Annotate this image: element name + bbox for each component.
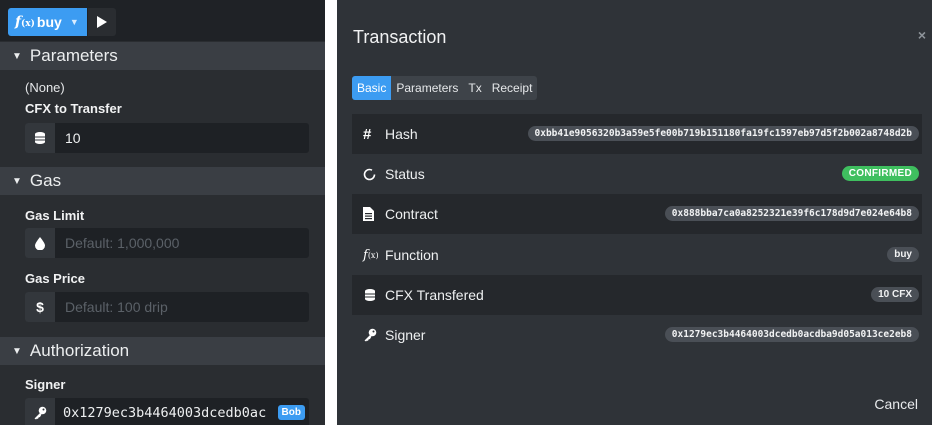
signer-value: 0x1279ec3b4464003dcedb0acdba9d05a013ce2e… (664, 327, 919, 342)
function-icon: f(x) (363, 247, 379, 263)
signer-select[interactable]: 0x1279ec3b4464003dcedb0ac Bob (25, 398, 309, 425)
parameters-section-header[interactable]: ▼ Parameters (0, 42, 325, 70)
tab-parameters[interactable]: Parameters (391, 76, 463, 100)
collapse-caret-icon: ▼ (12, 175, 22, 187)
status-badge: CONFIRMED (841, 166, 919, 181)
function-row: f (x) Function buy (352, 235, 922, 275)
dialog-title: Transaction (353, 27, 447, 47)
gas-price-input[interactable]: $ Default: 100 drip (25, 292, 309, 322)
cancel-button[interactable]: Cancel (874, 396, 918, 412)
dollar-icon: $ (25, 292, 55, 322)
tab-receipt[interactable]: Receipt (487, 76, 538, 100)
function-label: Function (385, 247, 439, 263)
gas-limit-placeholder: Default: 1,000,000 (65, 235, 180, 251)
status-label: Status (385, 166, 425, 182)
play-icon (97, 16, 107, 28)
cfx-to-transfer-value: 10 (65, 130, 81, 146)
signer-address: 0x1279ec3b4464003dcedb0ac (63, 405, 267, 421)
cfx-transfered-row: CFX Transfered 10 CFX (352, 275, 922, 315)
function-select-button[interactable]: f(x) buy ▼ (8, 8, 87, 36)
file-icon (363, 207, 383, 221)
cfx-to-transfer-input[interactable]: 10 (25, 123, 309, 153)
signer-row: Signer 0x1279ec3b4464003dcedb0acdba9d05a… (352, 315, 922, 355)
signer-name-badge: Bob (277, 405, 305, 420)
gas-price-label: Gas Price (25, 271, 85, 286)
gas-limit-label: Gas Limit (25, 208, 85, 223)
hash-icon: # (363, 125, 372, 143)
key-icon (25, 398, 55, 425)
coins-icon (25, 123, 55, 153)
run-button[interactable] (88, 8, 116, 36)
function-icon: f(x) (15, 14, 35, 30)
close-icon[interactable]: × (918, 27, 926, 43)
hash-row: # Hash 0xbb41e9056320b3a59e5fe00b719b151… (352, 114, 922, 154)
function-toolbar: f(x) buy ▼ (0, 0, 325, 41)
hash-value: 0xbb41e9056320b3a59e5fe00b719b151180fa19… (527, 126, 919, 141)
transaction-dialog: Transaction × Basic Parameters Tx Receip… (337, 0, 932, 425)
collapse-caret-icon: ▼ (12, 345, 22, 357)
function-name: buy (36, 14, 62, 30)
dialog-tabs: Basic Parameters Tx Receipt (352, 76, 538, 100)
circle-notch-icon (363, 168, 383, 181)
parameters-none-text: (None) (25, 80, 65, 95)
collapse-caret-icon: ▼ (12, 50, 22, 62)
signer-label: Signer (25, 377, 66, 392)
key-icon (363, 328, 383, 342)
tab-tx[interactable]: Tx (463, 76, 486, 100)
gas-section-header[interactable]: ▼ Gas (0, 167, 325, 195)
tab-basic[interactable]: Basic (352, 76, 392, 100)
contract-label: Contract (385, 206, 438, 222)
contract-value: 0x888bba7ca0a8252321e39f6c178d9d7e024e64… (664, 206, 919, 221)
signer-label: Signer (385, 327, 426, 343)
authorization-section-header[interactable]: ▼ Authorization (0, 337, 325, 365)
status-row: Status CONFIRMED (352, 154, 922, 194)
function-panel: f(x) buy ▼ ▼ Parameters (None) CFX to Tr… (0, 0, 325, 425)
contract-row: Contract 0x888bba7ca0a8252321e39f6c178d9… (352, 194, 922, 234)
cfx-transfered-label: CFX Transfered (385, 287, 484, 303)
cfx-to-transfer-label: CFX to Transfer (25, 101, 122, 116)
cfx-transfered-value: 10 CFX (871, 287, 919, 302)
hash-label: Hash (385, 126, 418, 142)
coins-icon (363, 288, 383, 302)
function-value: buy (887, 247, 919, 262)
gas-limit-input[interactable]: Default: 1,000,000 (25, 228, 309, 258)
caret-down-icon: ▼ (69, 17, 79, 27)
drop-icon (25, 228, 55, 258)
gas-price-placeholder: Default: 100 drip (65, 299, 168, 315)
